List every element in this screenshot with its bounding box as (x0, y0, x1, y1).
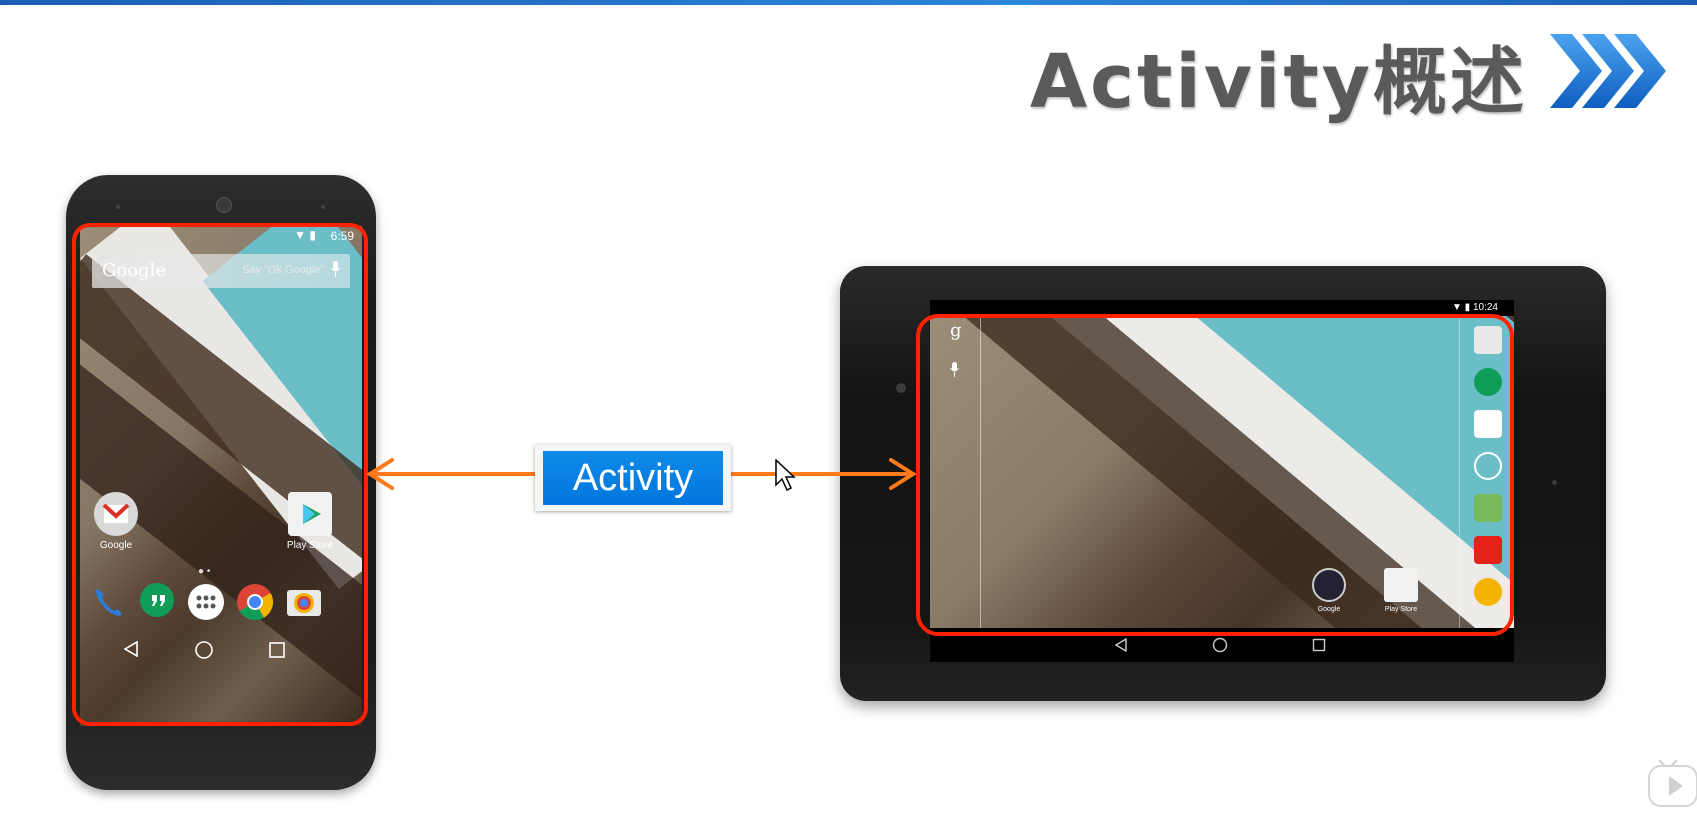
play-icon[interactable] (1645, 752, 1697, 808)
arrows-layer (366, 458, 917, 490)
activity-label-box: Activity (535, 445, 731, 511)
mouse-cursor-icon (775, 459, 796, 492)
left-arrow (366, 458, 537, 490)
activity-label: Activity (543, 451, 723, 505)
right-arrow (729, 458, 917, 490)
